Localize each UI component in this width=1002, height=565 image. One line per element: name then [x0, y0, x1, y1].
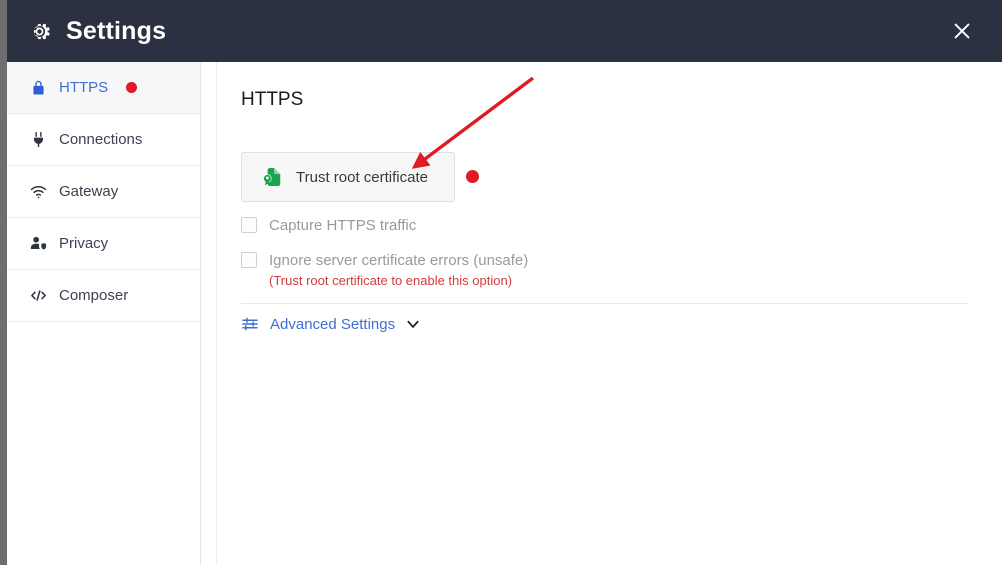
- sidebar-item-label: Privacy: [59, 235, 109, 252]
- status-badge-https: [126, 82, 138, 93]
- option-label: Capture HTTPS traffic: [269, 216, 417, 234]
- window-left-edge: [0, 0, 7, 565]
- window-titlebar: Settings: [7, 0, 1002, 62]
- option-capture-https-traffic[interactable]: Capture HTTPS traffic: [241, 217, 416, 233]
- user-shield-icon: [29, 234, 48, 253]
- gear-icon: [27, 19, 52, 44]
- sidebar-item-privacy[interactable]: Privacy: [7, 218, 200, 270]
- sidebar-item-label: Connections: [59, 131, 143, 148]
- checkbox-ignore-certificate-errors[interactable]: [241, 252, 257, 268]
- sidebar-item-connections[interactable]: Connections: [7, 114, 200, 166]
- sidebar: HTTPS Connections Gateway Privacy Compos…: [7, 62, 201, 565]
- chevron-down-icon: [407, 320, 419, 328]
- sidebar-item-label: Composer: [59, 287, 129, 304]
- certificate-icon: [261, 166, 283, 188]
- titlebar-left-group: Settings: [27, 0, 166, 62]
- sliders-icon: [241, 315, 259, 333]
- sidebar-item-composer[interactable]: Composer: [7, 270, 200, 322]
- advanced-settings-label: Advanced Settings: [270, 315, 396, 333]
- wifi-icon: [29, 182, 48, 201]
- sidebar-item-https[interactable]: HTTPS: [7, 62, 200, 114]
- sidebar-item-label: Gateway: [59, 183, 119, 200]
- code-icon: [29, 286, 48, 305]
- main-content: HTTPS Trust root certificate Capture HTT…: [217, 62, 1002, 565]
- settings-window: Settings HTTPS Connections Gateway Priva…: [0, 0, 1002, 565]
- trust-root-certificate-label: Trust root certificate: [296, 168, 428, 186]
- window-title: Settings: [66, 16, 167, 45]
- option-ignore-certificate-errors[interactable]: Ignore server certificate errors (unsafe…: [241, 252, 528, 268]
- lock-icon: [29, 78, 48, 97]
- trust-root-certificate-button[interactable]: Trust root certificate: [241, 152, 455, 202]
- option-label: Ignore server certificate errors (unsafe…: [269, 251, 529, 269]
- advanced-settings-toggle[interactable]: Advanced Settings: [241, 315, 420, 333]
- plug-icon: [29, 130, 48, 149]
- ignore-option-hint: (Trust root certificate to enable this o…: [269, 273, 513, 288]
- checkbox-capture-https-traffic[interactable]: [241, 217, 257, 233]
- close-icon: [954, 23, 970, 39]
- status-badge-certificate: [466, 170, 479, 183]
- close-button[interactable]: [942, 11, 982, 51]
- sidebar-gutter: [201, 62, 217, 565]
- section-divider: [241, 303, 968, 304]
- sidebar-item-label: HTTPS: [59, 79, 109, 96]
- sidebar-item-gateway[interactable]: Gateway: [7, 166, 200, 218]
- page-title: HTTPS: [241, 89, 304, 110]
